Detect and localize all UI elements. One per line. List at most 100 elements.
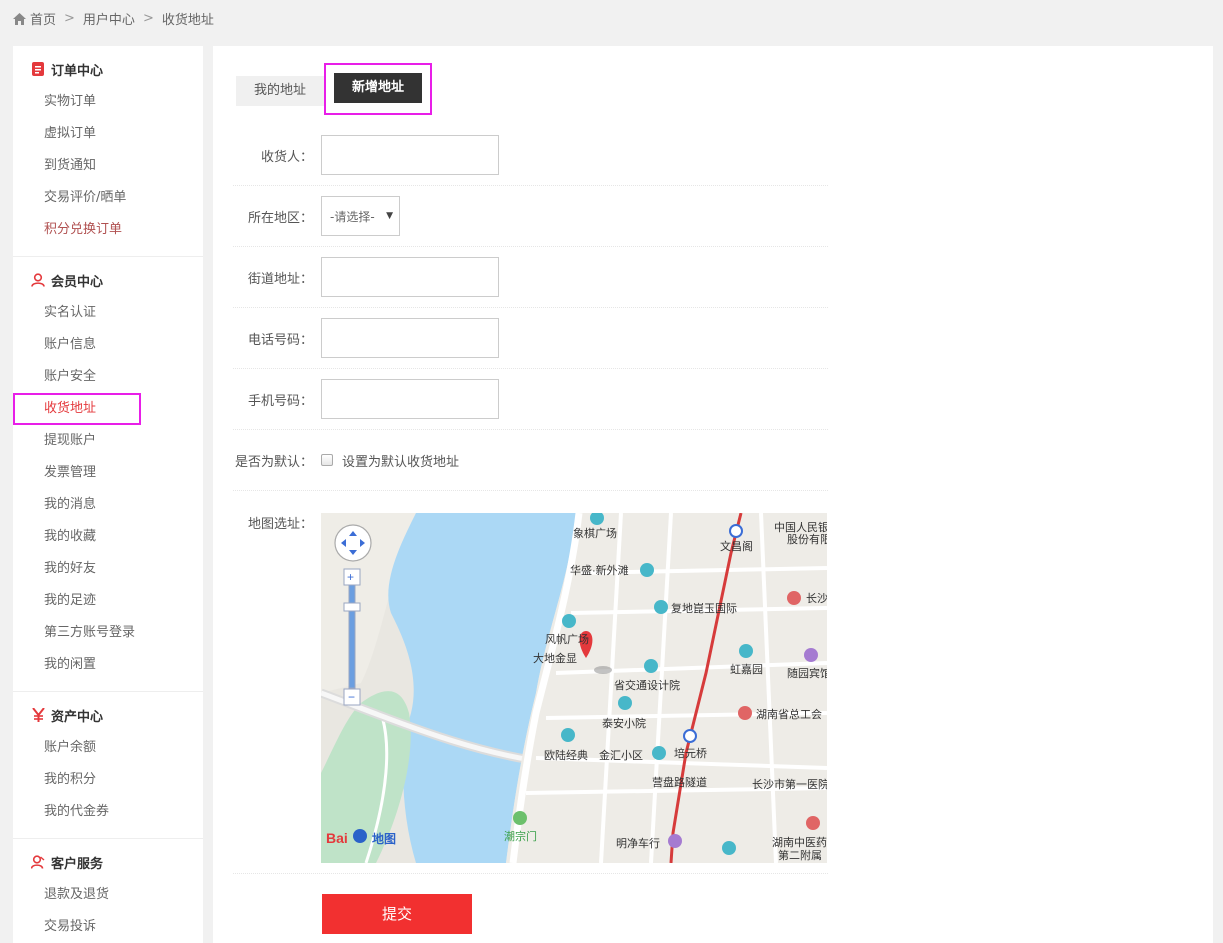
svg-text:湖南中医药: 湖南中医药 <box>772 836 827 849</box>
sidebar-group-service: 客户服务 退款及退货 交易投诉 <box>13 839 203 943</box>
sidebar-item-idle[interactable]: 我的闲置 <box>13 649 203 681</box>
sidebar-item-points-orders[interactable]: 积分兑换订单 <box>13 214 203 246</box>
tab-new-address[interactable]: 新增地址 <box>334 73 422 103</box>
tab-highlight-frame: 新增地址 <box>324 63 432 115</box>
phone-label: 电话号码： <box>247 332 313 348</box>
svg-text:长沙市第一医院: 长沙市第一医院 <box>752 777 827 791</box>
sidebar-group-assets: 资产中心 账户余额 我的积分 我的代金券 <box>13 692 203 839</box>
svg-text:大地金显: 大地金显 <box>533 651 577 665</box>
sidebar-item-invoice[interactable]: 发票管理 <box>13 457 203 489</box>
breadcrumb-home[interactable]: 首页 <box>30 9 56 28</box>
sidebar-item-complaints[interactable]: 交易投诉 <box>13 911 203 943</box>
submit-wrapper: 提交 <box>233 874 828 934</box>
phone-input[interactable] <box>321 318 499 358</box>
svg-text:随园宾馆: 随园宾馆 <box>787 666 827 680</box>
form-row-mobile: 手机号码： <box>233 369 828 430</box>
submit-button[interactable]: 提交 <box>322 894 472 934</box>
svg-text:虹嘉园: 虹嘉园 <box>730 662 763 676</box>
sidebar-group-title: 会员中心 <box>13 267 203 293</box>
sidebar-group-title: 订单中心 <box>13 56 203 82</box>
receiver-input[interactable] <box>321 135 499 175</box>
tab-my-address[interactable]: 我的地址 <box>236 76 324 106</box>
svg-text:中国人民银: 中国人民银 <box>774 520 827 534</box>
sidebar-item-messages[interactable]: 我的消息 <box>13 489 203 521</box>
breadcrumb-current: 收货地址 <box>161 13 214 28</box>
street-input[interactable] <box>321 257 499 297</box>
default-label: 是否为默认： <box>234 454 313 470</box>
sidebar-group-title-text: 客户服务 <box>51 856 104 872</box>
sidebar-group-title-text: 订单中心 <box>51 63 104 79</box>
sidebar-item-real-name[interactable]: 实名认证 <box>13 297 203 329</box>
form-row-default: 是否为默认： 设置为默认收货地址 <box>233 430 828 491</box>
default-address-checkbox[interactable] <box>321 454 333 466</box>
region-label: 所在地区： <box>247 210 313 226</box>
svg-text:泰安小院: 泰安小院 <box>602 716 646 730</box>
street-label: 街道地址： <box>247 271 313 287</box>
svg-text:培元桥: 培元桥 <box>674 746 707 760</box>
sidebar-item-vouchers[interactable]: 我的代金券 <box>13 796 203 828</box>
map-label: 地图选址： <box>247 517 313 532</box>
sidebar-group-title-text: 会员中心 <box>51 274 104 290</box>
sidebar-item-address[interactable]: 收货地址 <box>13 393 141 425</box>
svg-text:+: + <box>347 570 354 584</box>
svg-text:股份有限: 股份有限 <box>787 532 827 546</box>
sidebar-item-refunds[interactable]: 退款及退货 <box>13 879 203 911</box>
svg-text:潮宗门: 潮宗门 <box>504 829 537 843</box>
svg-text:营盘路隧道: 营盘路隧道 <box>652 775 707 789</box>
svg-text:象棋广场: 象棋广场 <box>573 526 617 540</box>
svg-text:明净车行: 明净车行 <box>616 836 660 850</box>
sidebar-group-orders: 订单中心 实物订单 虚拟订单 到货通知 交易评价/晒单 积分兑换订单 <box>13 46 203 257</box>
breadcrumb-separator: > <box>142 11 154 26</box>
sidebar-item-arrival-notice[interactable]: 到货通知 <box>13 150 203 182</box>
receiver-label: 收货人： <box>260 149 313 165</box>
default-address-checkbox-label[interactable]: 设置为默认收货地址 <box>342 451 459 470</box>
svg-text:省交通设计院: 省交通设计院 <box>614 678 680 692</box>
form-row-map: 地图选址： 象棋广场 华盛·新外滩 复地崑玉国际 风帆广场 大地金显 省交通设计… <box>233 491 828 874</box>
form-row-receiver: 收货人： <box>233 125 828 186</box>
sidebar-item-friends[interactable]: 我的好友 <box>13 553 203 585</box>
svg-text:Bai: Bai <box>326 830 348 846</box>
svg-text:−: − <box>348 690 355 704</box>
address-form: 收货人： 所在地区： -请选择- ▼ 街道地址： 电话号码： 手机号码： 是否为… <box>233 125 828 934</box>
svg-text:风帆广场: 风帆广场 <box>545 632 589 646</box>
sidebar-item-account-security[interactable]: 账户安全 <box>13 361 203 393</box>
sidebar-item-third-party-login[interactable]: 第三方账号登录 <box>13 617 203 649</box>
breadcrumb-user-center[interactable]: 用户中心 <box>83 9 135 28</box>
order-icon <box>31 62 45 76</box>
sidebar-item-physical-orders[interactable]: 实物订单 <box>13 86 203 118</box>
svg-text:复地崑玉国际: 复地崑玉国际 <box>671 601 737 615</box>
breadcrumb: 首页 > 用户中心 > 收货地址 <box>13 9 214 28</box>
mobile-input[interactable] <box>321 379 499 419</box>
map-picker[interactable]: 象棋广场 华盛·新外滩 复地崑玉国际 风帆广场 大地金显 省交通设计院 虹嘉园 … <box>321 513 827 863</box>
region-select[interactable]: -请选择- ▼ <box>321 196 400 236</box>
sidebar-item-withdraw-account[interactable]: 提现账户 <box>13 425 203 457</box>
svg-text:金汇小区: 金汇小区 <box>599 748 643 762</box>
sidebar-item-reviews[interactable]: 交易评价/晒单 <box>13 182 203 214</box>
sidebar-item-favorites[interactable]: 我的收藏 <box>13 521 203 553</box>
sidebar-item-points[interactable]: 我的积分 <box>13 764 203 796</box>
sidebar-group-member: 会员中心 实名认证 账户信息 账户安全 收货地址 提现账户 发票管理 我的消息 … <box>13 257 203 692</box>
caret-down-icon: ▼ <box>386 211 393 221</box>
region-select-value: -请选择- <box>330 209 375 224</box>
tab-bar: 我的地址 新增地址 <box>236 63 432 117</box>
form-row-phone: 电话号码： <box>233 308 828 369</box>
svg-text:华盛·新外滩: 华盛·新外滩 <box>570 563 629 577</box>
sidebar-item-account-info[interactable]: 账户信息 <box>13 329 203 361</box>
svg-text:第二附属: 第二附属 <box>778 848 822 862</box>
sidebar-group-title: 客户服务 <box>13 849 203 875</box>
svg-text:地图: 地图 <box>372 831 396 846</box>
svg-text:湖南省总工会: 湖南省总工会 <box>756 707 822 721</box>
sidebar: 订单中心 实物订单 虚拟订单 到货通知 交易评价/晒单 积分兑换订单 会员中心 … <box>13 46 203 943</box>
sidebar-item-virtual-orders[interactable]: 虚拟订单 <box>13 118 203 150</box>
sidebar-item-balance[interactable]: 账户余额 <box>13 732 203 764</box>
svg-text:文昌阁: 文昌阁 <box>720 539 753 553</box>
svg-text:长沙: 长沙 <box>806 592 827 605</box>
member-icon <box>31 273 45 287</box>
mobile-label: 手机号码： <box>247 393 313 409</box>
form-row-street: 街道地址： <box>233 247 828 308</box>
sidebar-item-footprints[interactable]: 我的足迹 <box>13 585 203 617</box>
svg-text:欧陆经典: 欧陆经典 <box>544 748 588 762</box>
main-panel: 我的地址 新增地址 收货人： 所在地区： -请选择- ▼ 街道地址： 电话号码：… <box>213 46 1213 943</box>
sidebar-group-title: 资产中心 <box>13 702 203 728</box>
yen-icon <box>31 708 45 722</box>
